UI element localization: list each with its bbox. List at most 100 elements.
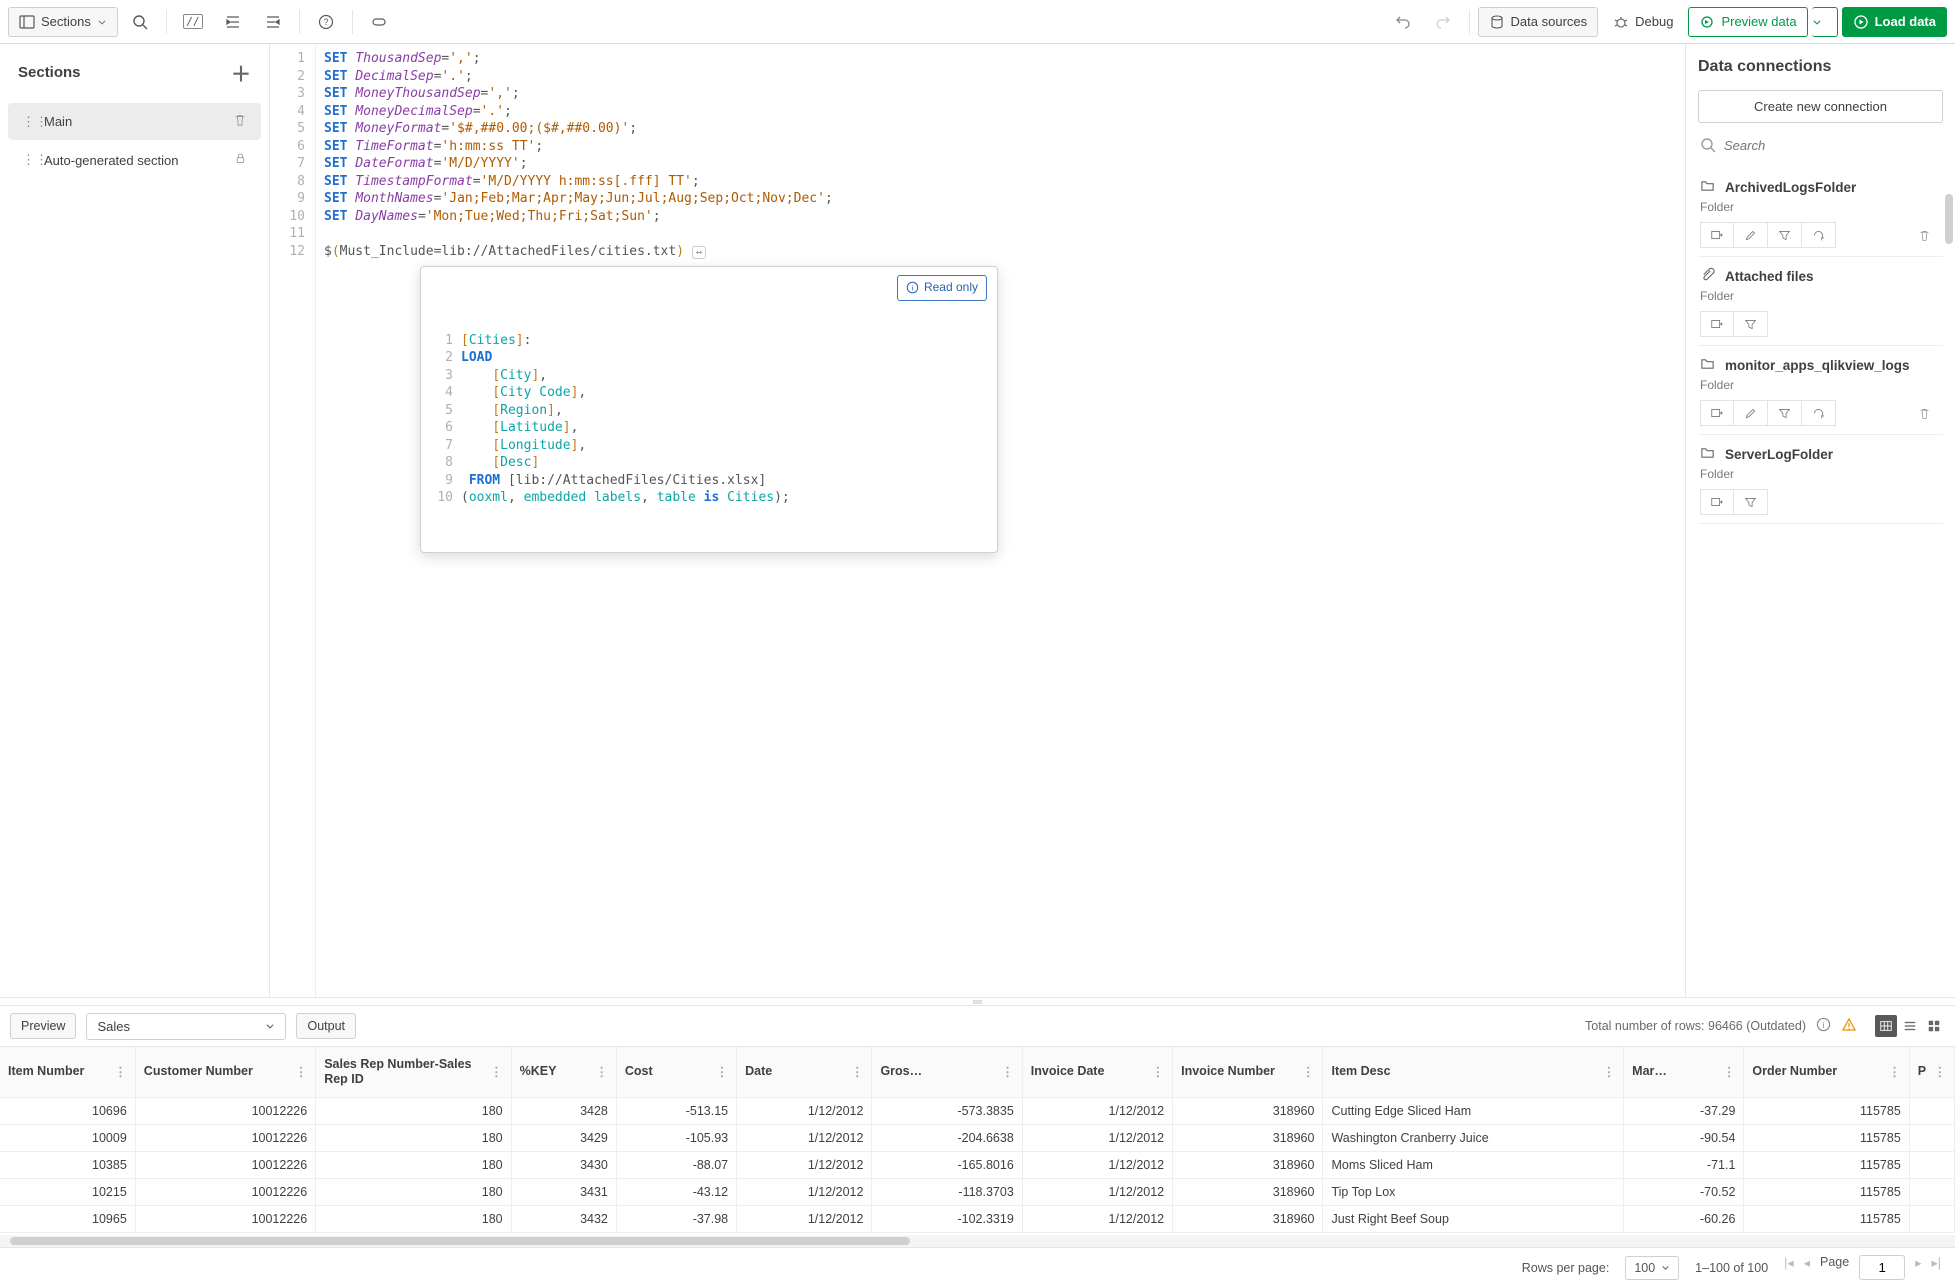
load-data-button[interactable]: Load data (1842, 7, 1947, 37)
page-label: Page (1820, 1255, 1849, 1280)
delete-connection-button[interactable] (1907, 400, 1941, 426)
table-row[interactable]: 10385100122261803430-88.071/12/2012-165.… (0, 1151, 1955, 1178)
column-header[interactable]: Invoice Date⋮ (1022, 1047, 1172, 1097)
code-content[interactable]: SET ThousandSep=',';SET DecimalSep='.';S… (316, 44, 1685, 997)
data-sources-button[interactable]: Data sources (1478, 7, 1599, 37)
column-header[interactable]: Gros…⋮ (872, 1047, 1022, 1097)
edit-connection-button[interactable] (1734, 222, 1768, 248)
connection-item: ServerLogFolderFolder (1698, 435, 1943, 524)
insert-tag-button[interactable] (361, 7, 397, 37)
warning-icon[interactable] (1841, 1017, 1857, 1036)
table-cell: 10012226 (135, 1124, 315, 1151)
data-table[interactable]: Item Number⋮Customer Number⋮Sales Rep Nu… (0, 1046, 1955, 1235)
column-header[interactable]: Customer Number⋮ (135, 1047, 315, 1097)
column-menu-icon[interactable]: ⋮ (114, 1064, 127, 1079)
reload-connection-button[interactable] (1802, 400, 1836, 426)
select-data-button[interactable] (1734, 311, 1768, 337)
preview-data-button[interactable]: Preview data (1688, 7, 1807, 37)
sections-toggle-button[interactable]: Sections (8, 7, 118, 37)
code-editor[interactable]: 123456789101112 SET ThousandSep=',';SET … (270, 44, 1685, 997)
table-cell: 1/12/2012 (1022, 1151, 1172, 1178)
column-menu-icon[interactable]: ⋮ (1152, 1064, 1165, 1079)
column-header[interactable]: Item Number⋮ (0, 1047, 135, 1097)
preview-tab-button[interactable]: Preview (10, 1013, 76, 1039)
select-data-button[interactable] (1768, 222, 1802, 248)
column-header[interactable]: Item Desc⋮ (1323, 1047, 1624, 1097)
column-menu-icon[interactable]: ⋮ (295, 1064, 308, 1079)
column-header[interactable]: Cost⋮ (616, 1047, 736, 1097)
column-header[interactable]: Sales Rep Number-Sales Rep ID⋮ (316, 1047, 511, 1097)
table-cell: 10965 (0, 1205, 135, 1232)
insert-connection-button[interactable] (1700, 311, 1734, 337)
search-button[interactable] (122, 7, 158, 37)
connections-scrollbar[interactable] (1945, 194, 1953, 987)
table-cell: 318960 (1173, 1097, 1323, 1124)
delete-connection-button[interactable] (1907, 222, 1941, 248)
table-horizontal-scrollbar[interactable] (0, 1235, 1955, 1247)
page-input[interactable] (1859, 1255, 1905, 1280)
preview-panel: Preview Sales Output Total number of row… (0, 1005, 1955, 1287)
column-menu-icon[interactable]: ⋮ (1603, 1064, 1616, 1079)
connection-name: monitor_apps_qlikview_logs (1725, 358, 1910, 373)
first-page-button[interactable]: |◂ (1784, 1255, 1794, 1280)
section-row[interactable]: ⋮⋮Auto-generated section (8, 142, 261, 178)
select-data-button[interactable] (1734, 489, 1768, 515)
insert-connection-button[interactable] (1700, 489, 1734, 515)
drag-handle-icon[interactable]: ⋮⋮ (22, 152, 34, 168)
column-menu-icon[interactable]: ⋮ (1302, 1064, 1315, 1079)
section-row[interactable]: ⋮⋮Main (8, 103, 261, 140)
preview-data-label: Preview data (1721, 14, 1796, 29)
readonly-preview-box: i Read only 1[Cities]:2LOAD3 [City],4 [C… (420, 266, 998, 553)
table-row[interactable]: 10965100122261803432-37.981/12/2012-102.… (0, 1205, 1955, 1232)
grid-view-button[interactable] (1923, 1015, 1945, 1037)
column-menu-icon[interactable]: ⋮ (716, 1064, 729, 1079)
outdent-button[interactable] (255, 7, 291, 37)
edit-connection-button[interactable] (1734, 400, 1768, 426)
column-header[interactable]: Date⋮ (737, 1047, 872, 1097)
column-menu-icon[interactable]: ⋮ (490, 1064, 503, 1079)
column-menu-icon[interactable]: ⋮ (1888, 1064, 1901, 1079)
column-header[interactable]: Order Number⋮ (1744, 1047, 1909, 1097)
reload-connection-button[interactable] (1802, 222, 1836, 248)
table-select[interactable]: Sales (86, 1013, 286, 1040)
create-connection-button[interactable]: Create new connection (1698, 90, 1943, 123)
info-icon[interactable]: i (1816, 1017, 1831, 1035)
list-view-button[interactable] (1899, 1015, 1921, 1037)
column-menu-icon[interactable]: ⋮ (595, 1064, 608, 1079)
table-cell: 318960 (1173, 1151, 1323, 1178)
preview-data-dropdown[interactable] (1812, 7, 1838, 37)
add-section-button[interactable]: ＋ (231, 58, 251, 87)
table-row[interactable]: 10696100122261803428-513.151/12/2012-573… (0, 1097, 1955, 1124)
next-page-button[interactable]: ▸ (1915, 1255, 1921, 1280)
column-header[interactable]: %KEY⋮ (511, 1047, 616, 1097)
column-header[interactable]: P⋮ (1909, 1047, 1954, 1097)
undo-button[interactable] (1385, 7, 1421, 37)
debug-button[interactable]: Debug (1602, 7, 1684, 37)
table-row[interactable]: 10215100122261803431-43.121/12/2012-118.… (0, 1178, 1955, 1205)
last-page-button[interactable]: ▸| (1931, 1255, 1941, 1280)
column-menu-icon[interactable]: ⋮ (1934, 1064, 1947, 1079)
insert-connection-button[interactable] (1700, 222, 1734, 248)
connection-search[interactable] (1698, 133, 1943, 158)
column-header[interactable]: Mar…⋮ (1624, 1047, 1744, 1097)
table-view-button[interactable] (1875, 1015, 1897, 1037)
horizontal-splitter[interactable]: ═ (0, 997, 1955, 1005)
table-row[interactable]: 10009100122261803429-105.931/12/2012-204… (0, 1124, 1955, 1151)
column-menu-icon[interactable]: ⋮ (1723, 1064, 1736, 1079)
comment-toggle-button[interactable]: // (175, 7, 211, 37)
help-button[interactable]: ? (308, 7, 344, 37)
delete-section-button[interactable] (233, 113, 247, 130)
output-tab-button[interactable]: Output (296, 1013, 356, 1039)
column-header[interactable]: Invoice Number⋮ (1173, 1047, 1323, 1097)
column-menu-icon[interactable]: ⋮ (1001, 1064, 1014, 1079)
redo-button[interactable] (1425, 7, 1461, 37)
select-data-button[interactable] (1768, 400, 1802, 426)
indent-button[interactable] (215, 7, 251, 37)
table-cell: -165.8016 (872, 1151, 1022, 1178)
drag-handle-icon[interactable]: ⋮⋮ (22, 114, 34, 130)
rows-per-page-select[interactable]: 100 (1625, 1256, 1679, 1280)
column-menu-icon[interactable]: ⋮ (851, 1064, 864, 1079)
prev-page-button[interactable]: ◂ (1804, 1255, 1810, 1280)
insert-connection-button[interactable] (1700, 400, 1734, 426)
connection-search-input[interactable] (1724, 138, 1941, 153)
